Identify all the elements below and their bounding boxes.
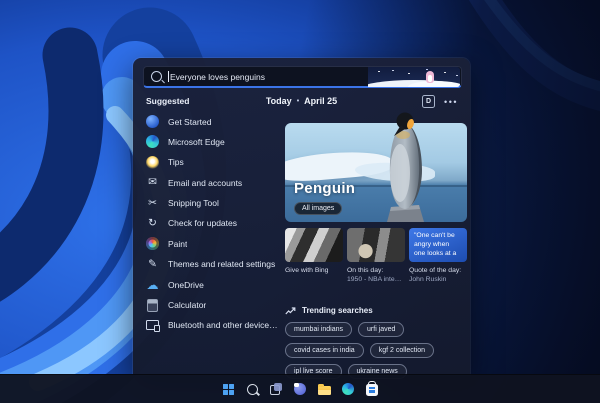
penguin-doodle-illustration (368, 66, 460, 87)
chat-button[interactable] (293, 382, 308, 397)
date-label: April 25 (304, 96, 338, 106)
give-with-bing-thumbnail (285, 228, 343, 262)
sidebar-item-onedrive[interactable]: ☁ OneDrive (146, 278, 281, 291)
feed-cards-row: Give with Bing On this day: 1950 - NBA i… (285, 228, 467, 284)
windows-logo-icon (222, 383, 234, 395)
search-input[interactable]: Everyone loves penguins (143, 66, 462, 88)
get-started-icon (146, 115, 159, 128)
sidebar-item-email-accounts[interactable]: ✉ Email and accounts (146, 176, 281, 189)
trending-searches-section: Trending searches mumbai indians urfi ja… (285, 306, 471, 379)
doodle-penguin-icon (426, 70, 434, 83)
on-this-day-caption: On this day: 1950 - NBA inte… (347, 267, 402, 284)
sidebar-item-paint[interactable]: Paint (146, 237, 281, 251)
quote-caption: Quote of the day: John Ruskin (409, 267, 462, 284)
suggested-app-list: Get Started Microsoft Edge Tips ✉ Email … (146, 115, 281, 332)
panel-top-actions: D ••• (422, 95, 458, 108)
edge-button[interactable] (341, 382, 356, 397)
today-date-heading: Today • April 25 (133, 96, 470, 106)
devices-icon (146, 320, 160, 332)
trending-chip[interactable]: mumbai indians (285, 322, 353, 337)
all-images-button[interactable]: All images (294, 202, 343, 215)
penguin-illustration (387, 112, 424, 222)
trending-header: Trending searches (285, 306, 471, 315)
taskbar-search-button[interactable] (245, 382, 260, 397)
sidebar-item-calculator[interactable]: Calculator (146, 298, 281, 312)
paint-palette-icon (146, 237, 159, 251)
search-icon (246, 383, 258, 395)
sidebar-item-microsoft-edge[interactable]: Microsoft Edge (146, 135, 281, 149)
sidebar-item-themes-settings[interactable]: ✎ Themes and related settings (146, 258, 281, 271)
penguin-image-card[interactable]: Penguin All images (285, 112, 467, 222)
trending-chip[interactable]: covid cases in india (285, 343, 364, 358)
trending-chips: mumbai indians urfi javed covid cases in… (285, 322, 471, 379)
search-query-text: Everyone loves penguins (170, 71, 265, 82)
give-with-bing-card[interactable]: Give with Bing (285, 228, 343, 284)
taskbar (0, 374, 600, 403)
refresh-icon: ↻ (148, 217, 157, 230)
tips-bulb-icon (146, 155, 159, 169)
dot-separator: • (296, 97, 300, 105)
desktop: Everyone loves penguins Suggested Today … (0, 0, 600, 403)
quote-of-the-day-card[interactable]: "One can't be angry when one looks at a … (409, 228, 467, 284)
pencil-icon: ✎ (148, 257, 157, 270)
search-panel: Everyone loves penguins Suggested Today … (133, 58, 470, 379)
email-icon: ✉ (148, 176, 157, 189)
store-button[interactable] (365, 380, 380, 397)
quote-text: "One can't be angry when one looks at a … (409, 228, 467, 262)
give-with-bing-caption: Give with Bing (285, 267, 329, 274)
start-button[interactable] (221, 382, 236, 397)
folder-icon (317, 383, 331, 395)
stars-decoration (378, 70, 380, 72)
calculator-icon (147, 298, 158, 312)
sidebar-item-check-updates[interactable]: ↻ Check for updates (146, 217, 281, 230)
trending-chip[interactable]: urfi javed (358, 322, 405, 337)
trending-title: Trending searches (302, 306, 373, 315)
today-label: Today (265, 96, 292, 106)
microsoft-store-icon (366, 380, 378, 396)
edge-icon (342, 383, 354, 395)
task-view-icon (270, 383, 282, 395)
sidebar-item-tips[interactable]: Tips (146, 155, 281, 169)
sidebar-item-bluetooth-devices[interactable]: Bluetooth and other devices sett… (146, 319, 281, 332)
sidebar-item-get-started[interactable]: Get Started (146, 115, 281, 128)
edge-icon (146, 135, 159, 149)
scissors-icon: ✂ (148, 196, 157, 209)
trending-up-icon (285, 306, 296, 314)
cloud-icon: ☁ (146, 277, 159, 292)
on-this-day-card[interactable]: On this day: 1950 - NBA inte… (347, 228, 405, 284)
file-explorer-button[interactable] (317, 382, 332, 397)
chat-icon (294, 383, 306, 395)
text-caret (168, 71, 169, 82)
penguin-title: Penguin (294, 180, 356, 197)
trending-chip[interactable]: kgf 2 collection (369, 343, 435, 358)
search-icon (151, 71, 162, 82)
task-view-button[interactable] (269, 382, 284, 397)
profile-badge[interactable]: D (422, 95, 436, 108)
on-this-day-thumbnail (347, 228, 405, 262)
more-options-icon[interactable]: ••• (444, 97, 458, 106)
sidebar-item-snipping-tool[interactable]: ✂ Snipping Tool (146, 197, 281, 210)
